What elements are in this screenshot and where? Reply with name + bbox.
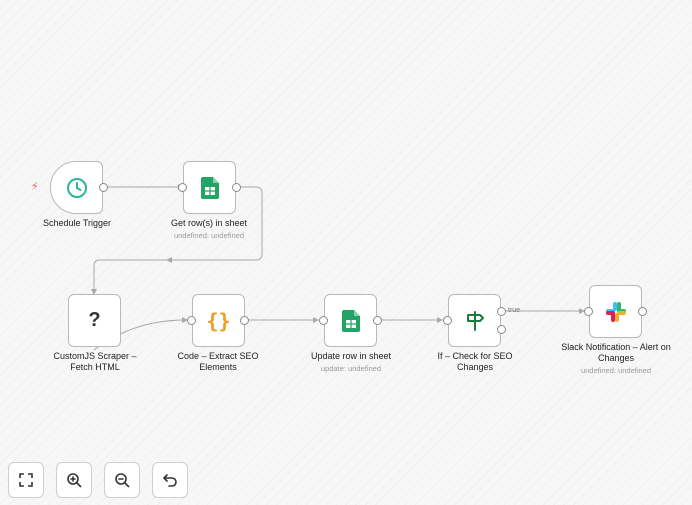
edge-label-true: true [508,307,521,314]
fit-view-button[interactable] [8,462,44,498]
node-code[interactable]: {} [192,294,245,347]
output-handle-slack[interactable] [638,307,647,316]
node-label-code: Code – Extract SEO Elements [177,351,259,372]
google-sheets-icon [341,309,360,332]
node-subtitle-slack: undefined: undefined [580,366,652,375]
node-label-get-rows: Get row(s) in sheet [170,218,248,228]
fullscreen-icon [19,473,33,487]
output-handle-get-rows[interactable] [232,183,241,192]
input-handle-code[interactable] [187,316,196,325]
output-handle-schedule-trigger[interactable] [99,183,108,192]
output-handle-code[interactable] [240,316,249,325]
arrow-mid [166,257,172,263]
code-braces-icon: {} [206,308,231,333]
node-label-if-check: If – Check for SEO Changes [437,351,513,372]
output-handle-if-false[interactable] [497,325,506,334]
node-subtitle-update-row: update: undefined [320,364,382,373]
undo-button[interactable] [152,462,188,498]
question-mark-icon: ? [88,309,101,331]
node-update-row[interactable] [324,294,377,347]
node-if-check[interactable] [448,294,501,347]
node-label-customjs-scraper: CustomJS Scraper – Fetch HTML [53,351,137,372]
google-sheets-icon [200,176,219,199]
input-handle-get-rows[interactable] [178,183,187,192]
output-handle-if-true[interactable] [497,307,506,316]
node-get-rows[interactable] [183,161,236,214]
undo-icon [163,474,177,487]
input-handle-update-row[interactable] [319,316,328,325]
zoom-in-button[interactable] [56,462,92,498]
workflow-canvas[interactable]: ⚡ Schedule Trigger Get row(s) in sheet u… [0,0,692,505]
node-slack-notification[interactable] [589,285,642,338]
clock-icon [66,177,87,198]
zoom-in-icon [67,473,82,488]
node-customjs-scraper[interactable]: ? [68,294,121,347]
connections-layer [91,184,585,351]
input-handle-if-check[interactable] [443,316,452,325]
trigger-bolt-icon: ⚡ [31,181,39,193]
zoom-out-button[interactable] [104,462,140,498]
node-label-schedule-trigger: Schedule Trigger [42,218,112,228]
node-label-update-row: Update row in sheet [310,351,392,361]
signpost-icon [466,310,484,331]
slack-icon [605,301,626,322]
zoom-out-icon [115,473,130,488]
input-handle-slack[interactable] [584,307,593,316]
node-label-slack: Slack Notification – Alert on Changes [561,342,671,363]
node-schedule-trigger[interactable] [50,161,103,214]
output-handle-update-row[interactable] [373,316,382,325]
node-subtitle-get-rows: undefined: undefined [173,231,245,240]
